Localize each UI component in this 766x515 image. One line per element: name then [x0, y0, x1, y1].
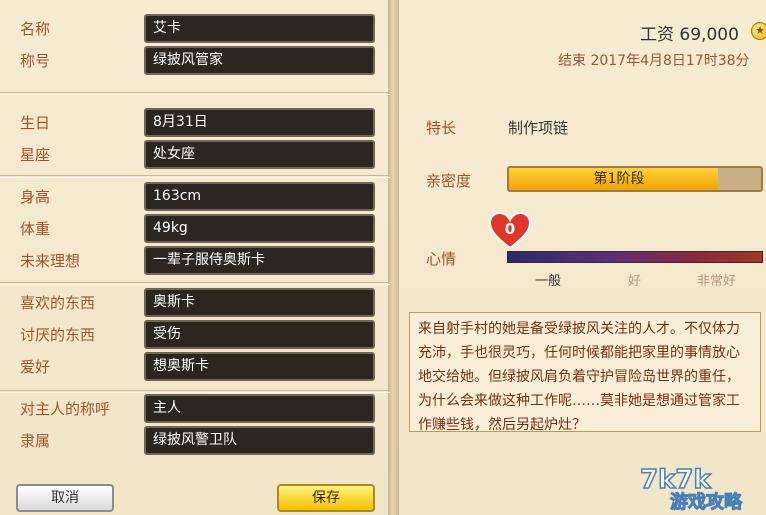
affinity-bar: 第1阶段 — [507, 166, 763, 192]
likes-field[interactable]: 奥斯卡 — [144, 288, 375, 317]
master-call-label: 对主人的称呼 — [20, 400, 111, 418]
site-watermark-logo: 7k7k 游戏攻略 — [639, 464, 743, 513]
title-field[interactable]: 绿披风管家 — [144, 46, 375, 75]
mood-bar — [507, 251, 763, 263]
master-call-field[interactable]: 主人 — [144, 394, 375, 423]
section-divider — [0, 175, 390, 178]
specialty-label: 特长 — [426, 119, 457, 137]
specialty-value: 制作项链 — [508, 119, 569, 137]
svg-text:7k7k: 7k7k — [640, 465, 711, 495]
section-divider — [0, 390, 390, 393]
svg-text:游戏攻略: 游戏攻略 — [670, 491, 743, 513]
dream-label: 未来理想 — [20, 252, 81, 270]
end-time-text: 结束 2017年4月8日17时38分 — [558, 53, 750, 69]
zodiac-label: 星座 — [20, 146, 51, 164]
mood-label: 心情 — [426, 250, 457, 268]
weight-label: 体重 — [20, 220, 51, 238]
affinity-label: 亲密度 — [426, 172, 472, 190]
dislikes-label: 讨厌的东西 — [20, 326, 96, 344]
birthday-field[interactable]: 8月31日 — [144, 108, 375, 137]
likes-label: 喜欢的东西 — [20, 294, 96, 312]
affinity-stage: 第1阶段 — [593, 171, 645, 187]
weight-field[interactable]: 49kg — [144, 214, 375, 243]
dislikes-field[interactable]: 受伤 — [144, 320, 375, 349]
section-divider — [0, 92, 390, 95]
height-label: 身高 — [20, 188, 51, 206]
name-field[interactable]: 艾卡 — [144, 14, 375, 43]
mood-level-normal: 一般 — [535, 274, 562, 289]
salary-text: 工资 69,000 — [640, 25, 739, 45]
character-description: 来自射手村的她是备受绿披风关注的人才。不仅体力充沛，手也很灵巧，任何时候都能把家… — [409, 312, 761, 433]
affiliation-field[interactable]: 绿披风警卫队 — [144, 426, 375, 455]
save-button[interactable]: 保存 — [277, 484, 375, 512]
title-label: 称号 — [20, 52, 51, 70]
mood-value: 0 — [504, 220, 516, 238]
section-divider — [0, 282, 390, 285]
height-field[interactable]: 163cm — [144, 182, 375, 211]
name-label: 名称 — [20, 20, 51, 38]
hobby-label: 爱好 — [20, 358, 51, 376]
affiliation-label: 隶属 — [20, 432, 51, 450]
coin-icon: ★ — [751, 22, 766, 40]
mood-level-good: 好 — [628, 274, 642, 289]
birthday-label: 生日 — [20, 114, 51, 132]
dream-field[interactable]: 一辈子服侍奥斯卡 — [144, 246, 375, 275]
zodiac-field[interactable]: 处女座 — [144, 140, 375, 169]
mood-level-great: 非常好 — [697, 274, 737, 289]
cancel-button[interactable]: 取消 — [16, 484, 114, 512]
hobby-field[interactable]: 想奥斯卡 — [144, 352, 375, 381]
